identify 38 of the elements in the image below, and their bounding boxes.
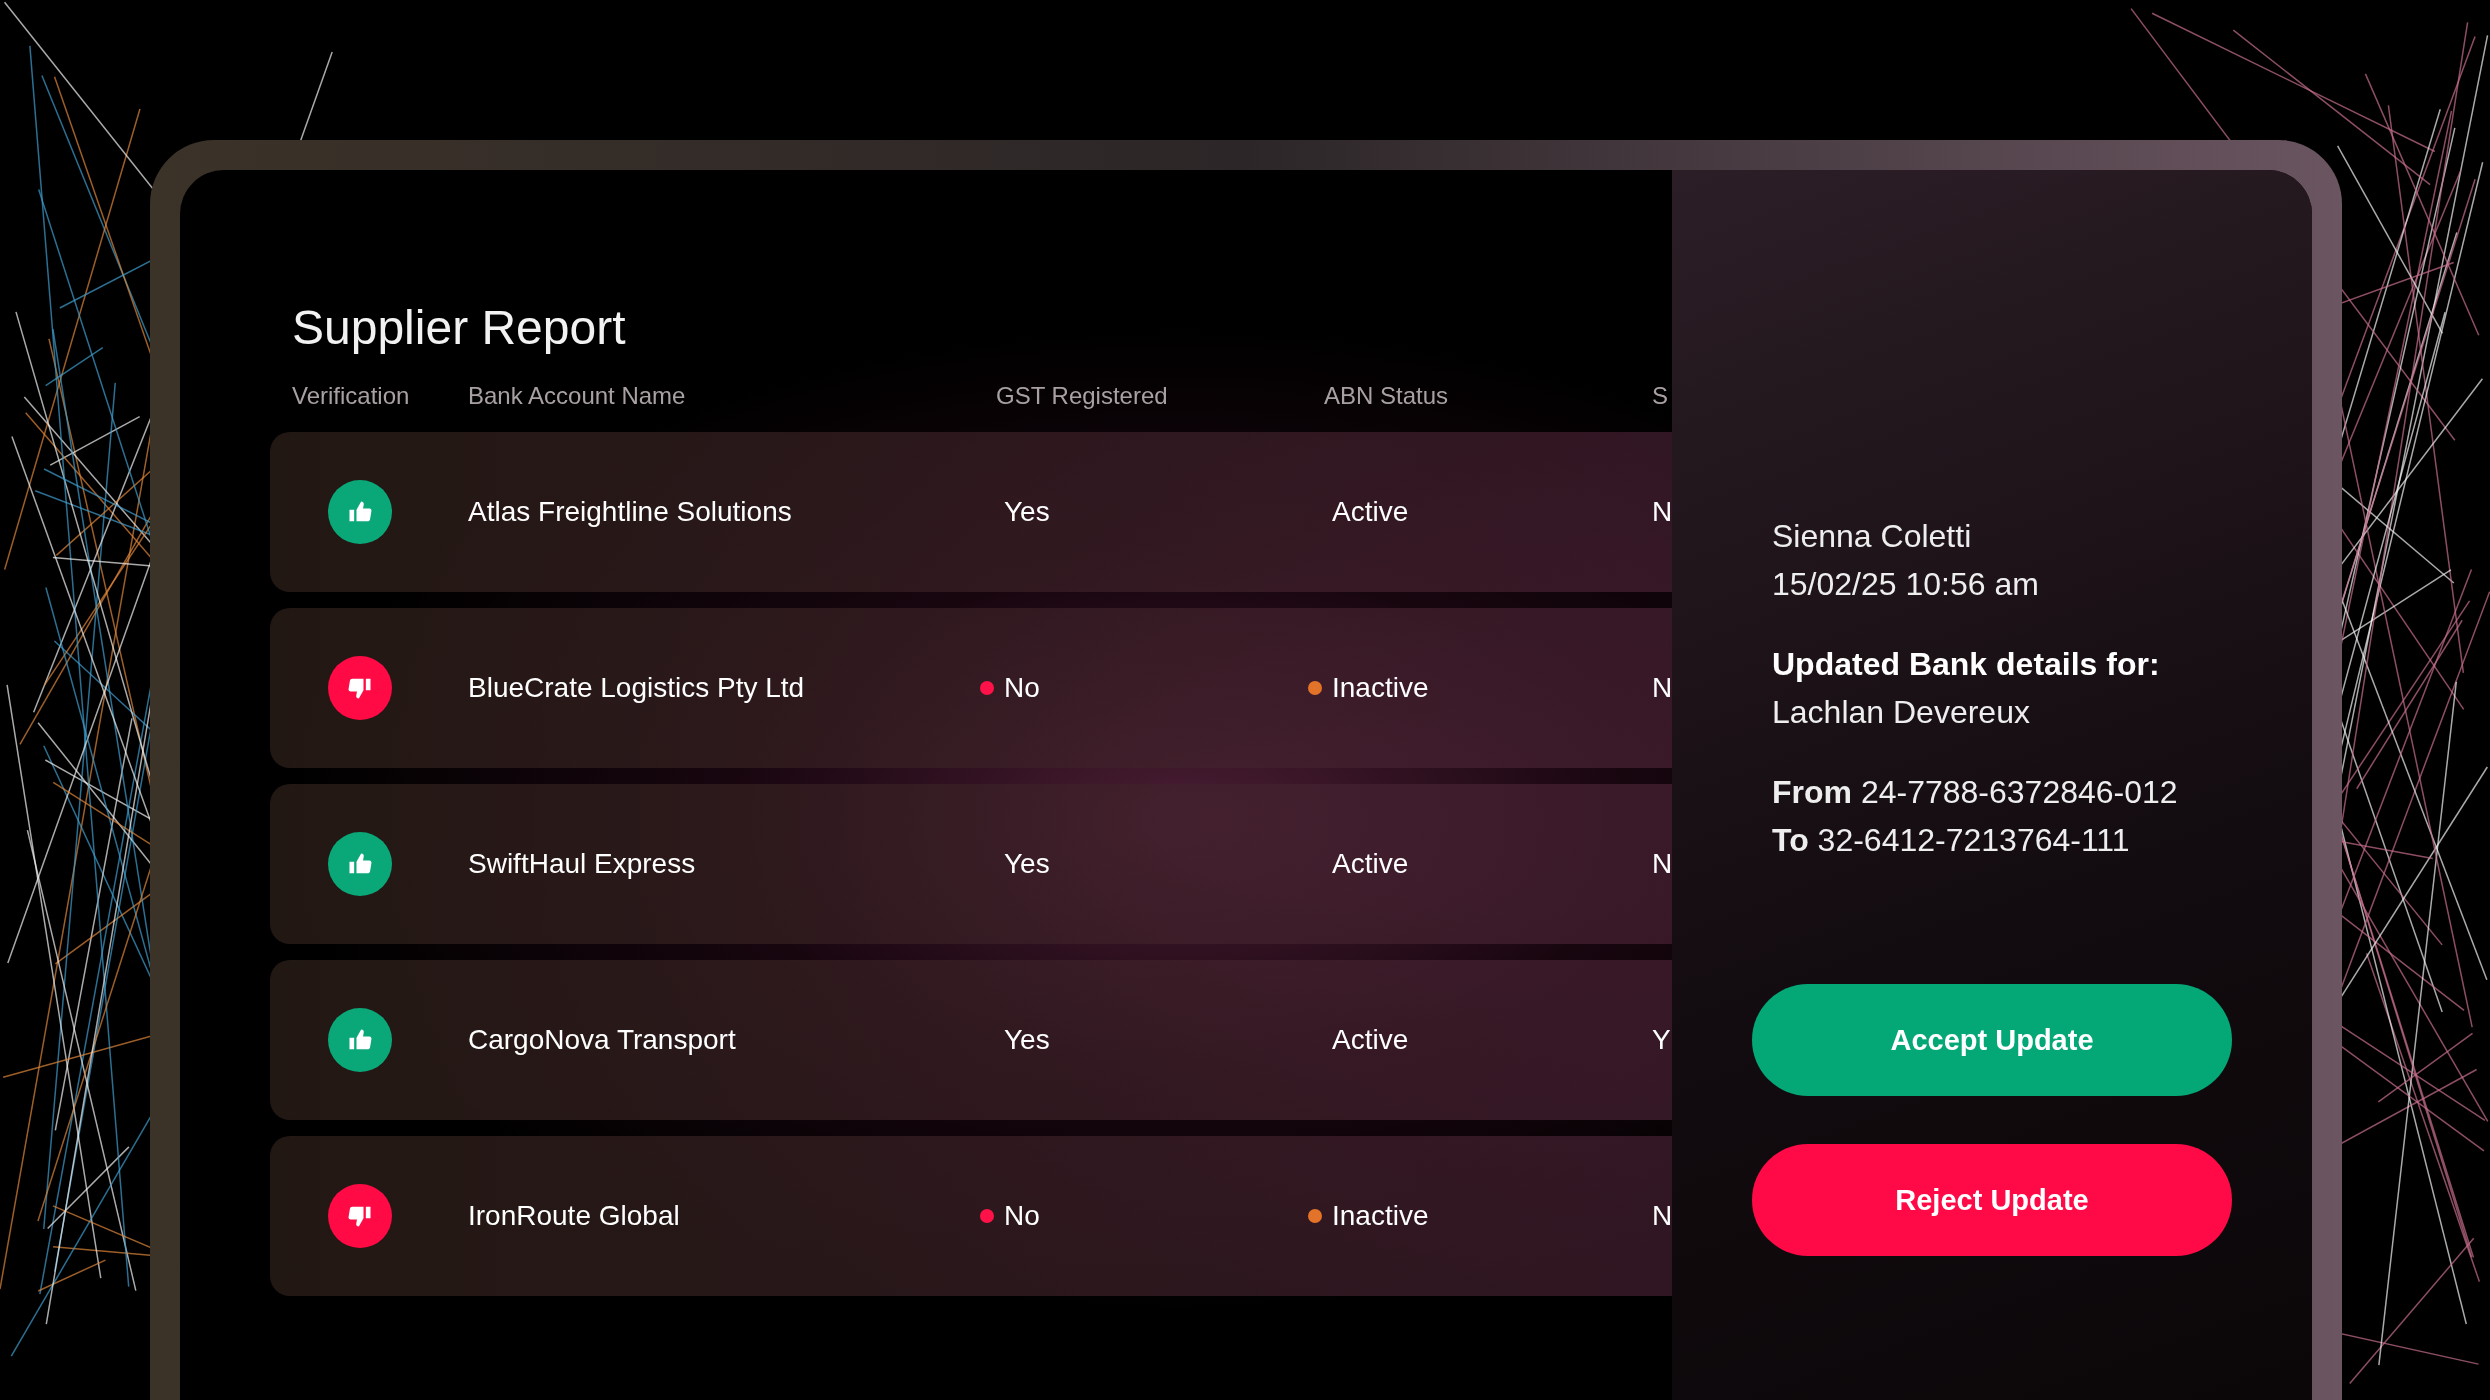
table-cell: N xyxy=(1652,672,1672,704)
table-cell: Inactive xyxy=(1332,1200,1429,1232)
reject-button[interactable]: Reject Update xyxy=(1752,1144,2232,1256)
table-row[interactable]: CargoNova Transport Yes Active Y xyxy=(270,960,1672,1120)
from-account: From 24-7788-6372846-012 xyxy=(1772,773,2179,812)
table-cell: Yes xyxy=(1004,496,1050,528)
table-cell: N xyxy=(1652,848,1672,880)
table-cell: Yes xyxy=(1004,1024,1050,1056)
timestamp: 15/02/25 10:56 am xyxy=(1772,565,2040,604)
table-cell: Inactive xyxy=(1332,672,1429,704)
column-header: GST Registered xyxy=(996,382,1169,410)
column-header: S xyxy=(1652,382,1669,410)
column-header: ABN Status xyxy=(1324,382,1450,410)
to-account: To 32-6412-7213764-111 xyxy=(1772,821,2131,860)
table-row[interactable]: IronRoute Global No Inactive N xyxy=(270,1136,1672,1296)
update-heading: Updated Bank details for: xyxy=(1772,645,2161,684)
column-header: Verification xyxy=(292,382,411,410)
table-cell-text: SwiftHaul Express xyxy=(468,848,697,880)
table-cell: N xyxy=(1652,1200,1672,1232)
table-cell-text: IronRoute Global xyxy=(468,1200,681,1232)
table-cell: Yes xyxy=(1004,848,1050,880)
author-name: Sienna Coletti xyxy=(1772,517,1973,556)
table-cell-text: CargoNova Transport xyxy=(468,1024,737,1056)
table-cell: No xyxy=(1004,672,1040,704)
table-cell: No xyxy=(1004,1200,1040,1232)
table-cell: Active xyxy=(1332,496,1409,528)
table-row[interactable]: SwiftHaul Express Yes Active N xyxy=(270,784,1672,944)
supplier-name: Lachlan Devereux xyxy=(1772,693,2031,732)
table-cell-text: Atlas Freightline Solutions xyxy=(468,496,793,528)
table-row[interactable]: Atlas Freightline Solutions Yes Active N xyxy=(270,432,1672,592)
table-cell: Active xyxy=(1332,848,1409,880)
column-header: Bank Account Name xyxy=(468,382,687,410)
report-title: Supplier Report xyxy=(291,300,627,356)
table-cell-text: BlueCrate Logistics Pty Ltd xyxy=(468,672,806,704)
table-row[interactable]: BlueCrate Logistics Pty Ltd No Inactive N xyxy=(270,608,1672,768)
table-cell: Active xyxy=(1332,1024,1409,1056)
table-cell: N xyxy=(1652,496,1672,528)
table-cell: Y xyxy=(1652,1024,1672,1056)
